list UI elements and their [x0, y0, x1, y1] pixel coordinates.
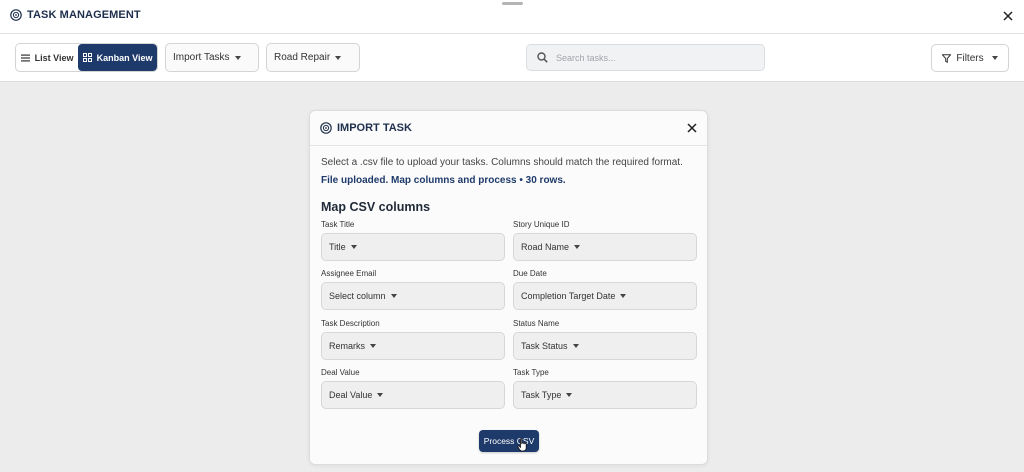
due-date-value: Completion Target Date	[521, 291, 616, 301]
task-type-value: Task Type	[521, 390, 562, 400]
chevron-down-icon	[572, 344, 579, 348]
modal-title-text: IMPORT TASK	[337, 122, 412, 134]
list-view-button[interactable]: List View	[16, 44, 78, 71]
search-input[interactable]	[556, 52, 756, 63]
story-unique-id-value: Road Name	[521, 242, 570, 252]
deal-value-value: Deal Value	[329, 390, 373, 400]
close-icon[interactable]	[1000, 8, 1016, 24]
filter-icon	[942, 53, 952, 63]
due-date-label: Due Date	[513, 269, 547, 278]
app-title-text: TASK MANAGEMENT	[27, 9, 141, 21]
modal-title: IMPORT TASK	[320, 122, 412, 134]
import-task-modal: IMPORT TASK Select a .csv file to upload…	[309, 110, 708, 465]
kanban-view-button[interactable]: Kanban View	[78, 44, 157, 71]
task-title-select[interactable]: Title	[321, 233, 505, 261]
chevron-down-icon	[335, 55, 342, 60]
assignee-email-value: Select column	[329, 291, 386, 301]
chevron-down-icon	[390, 294, 397, 298]
view-toggle: List View Kanban View	[15, 43, 158, 72]
assignee-email-select[interactable]: Select column	[321, 282, 505, 310]
chevron-down-icon	[234, 55, 241, 60]
chevron-down-icon	[574, 245, 581, 249]
list-view-label: List View	[34, 52, 74, 63]
status-name-label: Status Name	[513, 319, 560, 328]
task-type-label: Task Type	[513, 368, 549, 377]
process-csv-button[interactable]: Process CSV	[479, 430, 539, 452]
chevron-down-icon	[350, 245, 357, 249]
chevron-down-icon	[620, 294, 627, 298]
assignee-email-label: Assignee Email	[321, 269, 377, 278]
chevron-down-icon	[377, 393, 384, 397]
project-dropdown[interactable]: Road Repair	[266, 43, 360, 72]
story-unique-id-label: Story Unique ID	[513, 220, 570, 229]
modal-close-icon[interactable]	[685, 121, 699, 135]
task-type-select[interactable]: Task Type	[513, 381, 697, 409]
modal-description: Select a .csv file to upload your tasks.…	[321, 157, 683, 168]
status-name-select[interactable]: Task Status	[513, 332, 697, 360]
deal-value-label: Deal Value	[321, 368, 360, 377]
status-name-value: Task Status	[521, 341, 568, 351]
modal-header: IMPORT TASK	[310, 111, 707, 146]
chevron-down-icon	[566, 393, 573, 397]
task-title-label: Task Title	[321, 220, 355, 229]
filters-button[interactable]: Filters	[931, 44, 1009, 72]
task-title-value: Title	[329, 242, 346, 252]
deal-value-select[interactable]: Deal Value	[321, 381, 505, 409]
list-icon	[20, 54, 30, 61]
import-tasks-dropdown[interactable]: Import Tasks	[165, 43, 259, 72]
chevron-down-icon	[991, 56, 998, 60]
globe-icon	[10, 9, 22, 21]
search-box	[526, 44, 765, 71]
grid-icon	[82, 53, 92, 62]
task-description-label: Task Description	[321, 319, 380, 328]
globe-icon	[320, 122, 332, 134]
project-label: Road Repair	[274, 52, 331, 63]
import-tasks-label: Import Tasks	[173, 52, 230, 63]
kanban-view-label: Kanban View	[96, 52, 153, 63]
section-title: Map CSV columns	[321, 200, 431, 214]
filters-label: Filters	[956, 52, 984, 64]
chevron-down-icon	[370, 344, 377, 348]
search-icon	[537, 52, 548, 63]
story-unique-id-select[interactable]: Road Name	[513, 233, 697, 261]
drag-handle[interactable]	[502, 2, 523, 5]
task-description-value: Remarks	[329, 341, 366, 351]
toolbar: List View Kanban View Import Tasks Road …	[0, 34, 1024, 82]
upload-status: File uploaded. Map columns and process •…	[321, 175, 566, 186]
top-bar: TASK MANAGEMENT	[0, 0, 1024, 34]
due-date-select[interactable]: Completion Target Date	[513, 282, 697, 310]
app-title: TASK MANAGEMENT	[10, 9, 141, 21]
task-description-select[interactable]: Remarks	[321, 332, 505, 360]
